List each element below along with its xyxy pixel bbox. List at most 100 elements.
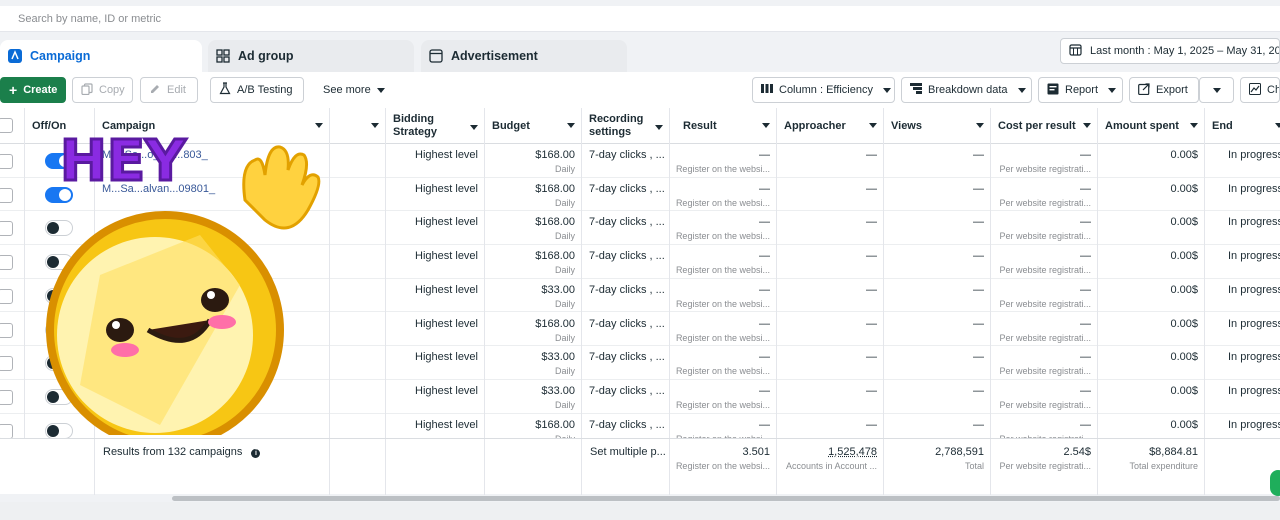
cell-result: —Register on the websi... <box>670 144 777 178</box>
tab-campaign[interactable]: Campaign <box>0 40 202 72</box>
header-bidding[interactable]: Bidding Strategy <box>386 108 485 144</box>
header-approacher[interactable]: Approacher <box>777 108 884 144</box>
ab-testing-button[interactable]: A/B Testing <box>210 77 304 103</box>
date-range-picker[interactable]: Last month : May 1, 2025 – May 31, 2025 <box>1060 38 1280 64</box>
header-campaign[interactable]: Campaign <box>95 108 330 144</box>
cell-budget: $168.00Daily <box>485 211 582 245</box>
cell-recording: 7-day clicks , ... <box>582 279 670 313</box>
cell-budget: $33.00 Daily <box>485 346 582 380</box>
search-input[interactable]: Search by name, ID or metric <box>18 13 161 25</box>
row-checkbox[interactable] <box>0 289 13 304</box>
chart-icon <box>1249 83 1261 98</box>
column-select[interactable]: Column : Efficiency <box>752 77 895 103</box>
breakdown-icon <box>910 83 922 97</box>
header-views[interactable]: Views <box>884 108 991 144</box>
sort-caret-icon <box>371 123 379 128</box>
cell-cost: —Per website registrati... <box>991 211 1098 245</box>
create-button[interactable]: + Create <box>0 77 66 103</box>
header-recording[interactable]: Recording settings <box>582 108 670 144</box>
row-checkbox[interactable] <box>0 424 13 439</box>
cell-result: —Register on the websi... <box>670 211 777 245</box>
row-checkbox[interactable] <box>0 390 13 405</box>
table-row[interactable]: M...Sa...alvan...09801_ Highest level $168… <box>0 178 1280 212</box>
report-icon <box>1047 83 1059 98</box>
table-row[interactable]: Highest level $33.00 Daily 7-day clicks , .… <box>0 346 1280 380</box>
cell-views: — <box>884 346 991 380</box>
select-all-checkbox[interactable] <box>0 118 13 133</box>
flask-icon <box>219 82 231 98</box>
help-chat-icon[interactable] <box>1270 470 1280 496</box>
cell-recording: 7-day clicks , ... <box>582 144 670 178</box>
campaign-toggle[interactable] <box>45 288 73 304</box>
cell-bidding: Highest level <box>386 346 485 380</box>
header-budget[interactable]: Budget <box>485 108 582 144</box>
campaign-toggle[interactable] <box>45 220 73 236</box>
header-hidden-col[interactable] <box>330 108 386 144</box>
table-row[interactable]: Highest level $33.00 Daily 7-day clicks , .… <box>0 279 1280 313</box>
campaign-toggle[interactable] <box>45 423 73 439</box>
header-offon: Off/On <box>25 108 95 144</box>
sort-caret-icon <box>976 123 984 128</box>
cell-approacher: — <box>777 211 884 245</box>
header-spent[interactable]: Amount spent <box>1098 108 1205 144</box>
edit-button[interactable]: Edit <box>140 77 198 103</box>
row-checkbox[interactable] <box>0 323 13 338</box>
campaign-toggle[interactable] <box>45 389 73 405</box>
campaign-toggle[interactable] <box>45 355 73 371</box>
table-row[interactable]: Highest level $168.00 Daily 7-day clicks , … <box>0 313 1280 347</box>
cell-cost: —Per website registrati... <box>991 346 1098 380</box>
tab-ad-group[interactable]: Ad group <box>208 40 414 72</box>
cell-end: In progress <box>1205 211 1280 245</box>
export-button[interactable]: Export <box>1129 77 1199 103</box>
calendar-icon <box>1069 43 1082 59</box>
chart-button[interactable]: Ch <box>1240 77 1280 103</box>
tab-advertisement[interactable]: Advertisement <box>421 40 627 72</box>
breakdown-select[interactable]: Breakdown data <box>901 77 1032 103</box>
cell-views: — <box>884 178 991 212</box>
campaign-name-link[interactable]: MX_Sa...o_Iva...803_ <box>102 149 208 161</box>
table-row[interactable]: MX_Sa...o_Iva...803_ Highest level $168.00… <box>0 144 1280 178</box>
row-checkbox[interactable] <box>0 221 13 236</box>
export-dropdown-button[interactable] <box>1199 77 1234 103</box>
campaign-name-link[interactable]: M...Sa...alvan...09801_ <box>102 183 215 195</box>
copy-icon <box>81 83 93 98</box>
bottom-strip <box>0 502 1280 520</box>
chevron-down-icon <box>1108 88 1116 93</box>
export-label: Export <box>1156 84 1188 96</box>
campaign-toggle[interactable] <box>45 254 73 270</box>
row-checkbox[interactable] <box>0 255 13 270</box>
header-select-all[interactable] <box>0 108 25 144</box>
cell-end: In progress <box>1205 279 1280 313</box>
horizontal-scrollbar[interactable] <box>172 496 1280 501</box>
cell-views: — <box>884 144 991 178</box>
header-result[interactable]: Result <box>670 108 777 144</box>
row-checkbox[interactable] <box>0 188 13 203</box>
campaign-toggle[interactable] <box>45 187 73 203</box>
header-end[interactable]: End <box>1205 108 1280 144</box>
cell-result: —Register on the websi... <box>670 245 777 279</box>
campaign-name-link[interactable]: MX_S...324_ <box>102 419 166 431</box>
campaign-toggle[interactable] <box>45 322 73 338</box>
cell-cost: —Per website registrati... <box>991 313 1098 347</box>
report-select[interactable]: Report <box>1038 77 1123 103</box>
table-row[interactable]: Highest level $168.00 Daily 7-day clicks , … <box>0 211 1280 245</box>
search-bar[interactable]: Search by name, ID or metric <box>0 6 1280 32</box>
table-row[interactable]: Highest level $168.00 Daily 7-day clicks , … <box>0 245 1280 279</box>
copy-button[interactable]: Copy <box>72 77 133 103</box>
header-cost[interactable]: Cost per result <box>991 108 1098 144</box>
campaign-toggle[interactable] <box>45 153 73 169</box>
table-row[interactable]: Highest level $33.00 Daily 7-day clicks , .… <box>0 380 1280 414</box>
cell-end: In progress <box>1205 380 1280 414</box>
see-more-button[interactable]: See more <box>314 77 390 103</box>
cell-spent: 0.00$ <box>1098 346 1205 380</box>
date-range-label: Last month : May 1, 2025 – May 31, 2025 <box>1090 45 1280 57</box>
row-checkbox[interactable] <box>0 356 13 371</box>
row-checkbox[interactable] <box>0 154 13 169</box>
toolbar: + Create Copy Edit A/B Testing See more … <box>0 72 1280 108</box>
cell-views: — <box>884 245 991 279</box>
info-icon[interactable]: i <box>251 449 260 458</box>
cell-approacher: — <box>777 313 884 347</box>
cell-views: — <box>884 380 991 414</box>
tab-label: Ad group <box>238 49 294 63</box>
cell-budget: $168.00Daily <box>485 144 582 178</box>
